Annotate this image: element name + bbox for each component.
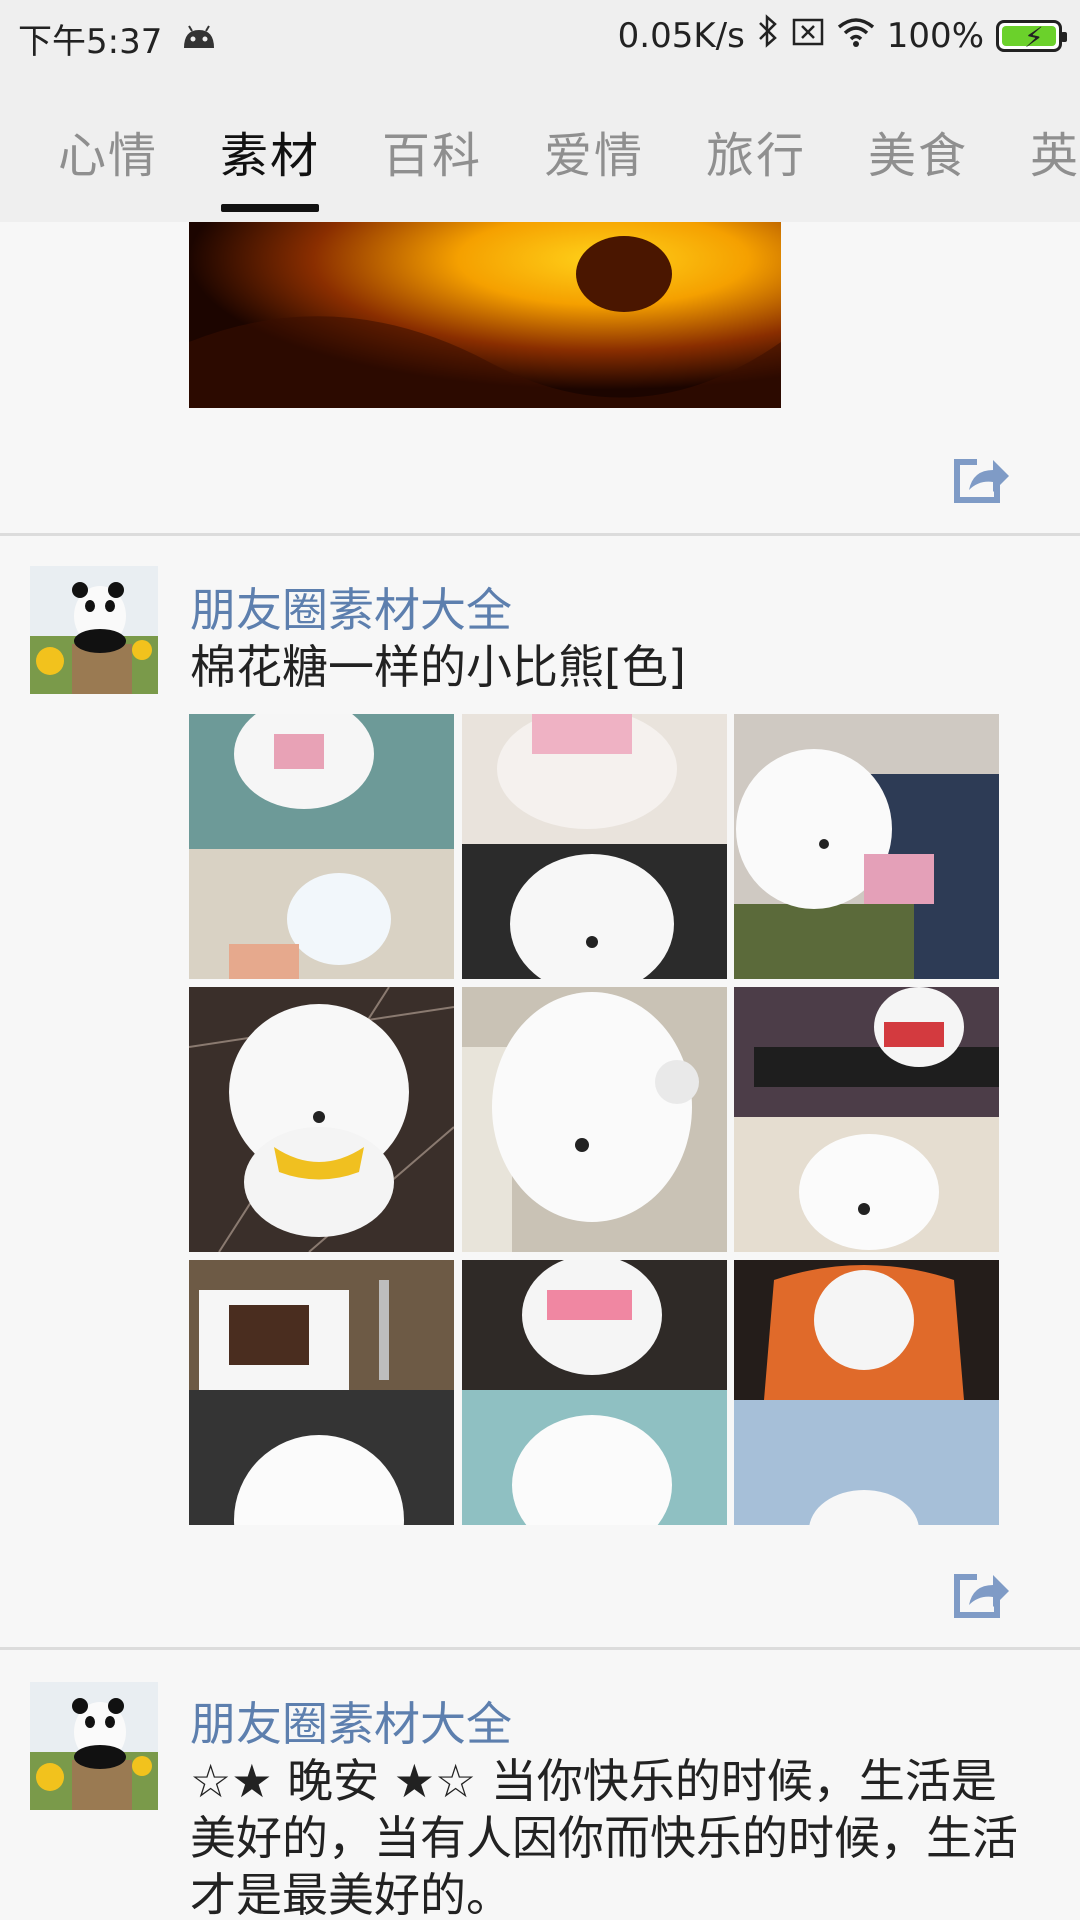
tab-mood[interactable]: 心情 (58, 116, 158, 186)
status-time: 下午5:37 (18, 22, 163, 62)
status-bar: 下午5:37 0.05K/s 100% ⚡ (0, 0, 1080, 72)
post-text: ☆★ 晚安 ★☆ 当你快乐的时候，生活是美好的，当有人因你而快乐的时候，生活才是… (190, 1754, 1018, 1920)
bluetooth-icon (757, 14, 779, 57)
image-grid (189, 714, 999, 1525)
tab-travel[interactable]: 旅行 (706, 116, 806, 186)
share-icon[interactable] (951, 1569, 1011, 1619)
dog-photo[interactable] (734, 987, 999, 1252)
post-text: 棉花糖一样的小比熊[色] (190, 640, 686, 694)
battery-icon: ⚡ (996, 19, 1067, 54)
dog-photo[interactable] (462, 987, 727, 1252)
post-author[interactable]: 朋友圈素材大全 (190, 574, 512, 640)
share-icon[interactable] (951, 454, 1011, 504)
post-divider (0, 533, 1080, 536)
dog-photo[interactable] (734, 1260, 999, 1525)
dog-photo[interactable] (189, 714, 454, 979)
dog-photo[interactable] (189, 987, 454, 1252)
tab-english[interactable]: 英 (1030, 116, 1080, 186)
android-icon (182, 19, 216, 59)
sim-icon (791, 16, 825, 56)
post-divider (0, 1647, 1080, 1650)
dog-photo[interactable] (189, 1260, 454, 1525)
dog-photo[interactable] (462, 1260, 727, 1525)
dog-photo[interactable] (734, 714, 999, 979)
previous-post-image[interactable] (189, 222, 781, 408)
tab-encyclopedia[interactable]: 百科 (382, 116, 482, 186)
tab-material[interactable]: 素材 (220, 116, 320, 186)
avatar[interactable] (30, 1682, 158, 1810)
wifi-icon (837, 16, 875, 56)
network-speed: 0.05K/s (617, 15, 745, 56)
tab-love[interactable]: 爱情 (544, 116, 644, 186)
dog-photo[interactable] (462, 714, 727, 979)
post-author[interactable]: 朋友圈素材大全 (190, 1688, 512, 1754)
battery-percent: 100% (886, 15, 984, 56)
category-tabs: 心情 素材 百科 爱情 旅行 美食 英 (0, 72, 1080, 222)
active-tab-indicator (221, 204, 319, 212)
avatar[interactable] (30, 566, 158, 694)
tab-food[interactable]: 美食 (868, 116, 968, 186)
